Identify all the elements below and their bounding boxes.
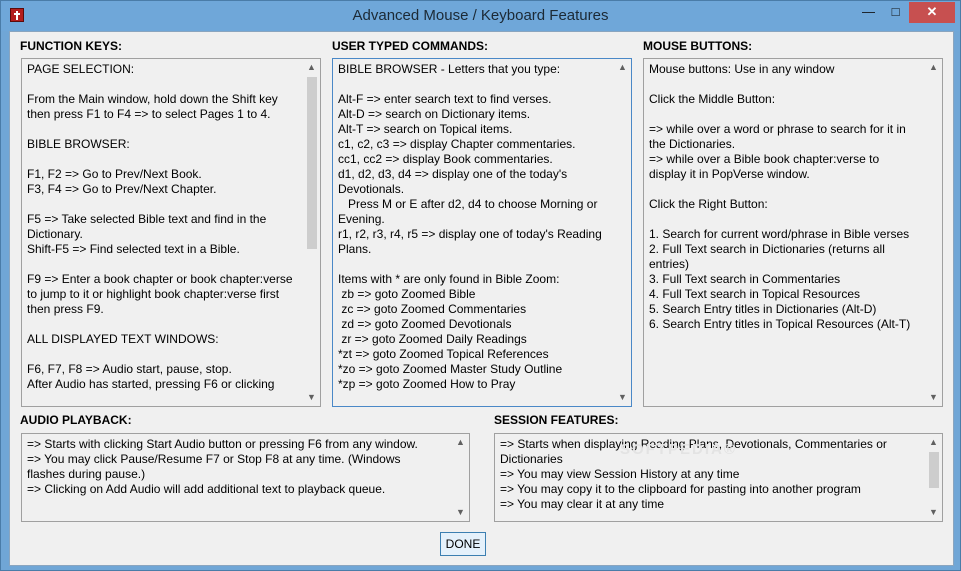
mouse-buttons-label: MOUSE BUTTONS: [643, 39, 753, 53]
scroll-down-icon[interactable]: ▼ [925, 389, 942, 406]
scroll-down-icon[interactable]: ▼ [303, 389, 320, 406]
scroll-up-icon[interactable]: ▲ [303, 59, 320, 76]
close-button[interactable]: ✕ [909, 2, 955, 23]
user-typed-commands-scrollbar[interactable]: ▲ ▼ [614, 59, 631, 406]
scroll-down-icon[interactable]: ▼ [614, 389, 631, 406]
session-features-scrollbar[interactable]: ▲ ▼ [925, 434, 942, 521]
user-typed-commands-text: BIBLE BROWSER - Letters that you type: A… [338, 62, 602, 391]
function-keys-text: PAGE SELECTION: From the Main window, ho… [27, 62, 293, 391]
mouse-buttons-textbox[interactable]: Mouse buttons: Use in any window Click t… [643, 58, 943, 407]
session-features-label: SESSION FEATURES: [494, 413, 619, 427]
audio-playback-label: AUDIO PLAYBACK: [20, 413, 132, 427]
user-typed-commands-textbox[interactable]: BIBLE BROWSER - Letters that you type: A… [332, 58, 632, 407]
scroll-up-icon[interactable]: ▲ [925, 59, 942, 76]
function-keys-textbox[interactable]: PAGE SELECTION: From the Main window, ho… [21, 58, 321, 407]
dialog-client-area: FUNCTION KEYS: PAGE SELECTION: From the … [9, 31, 954, 566]
function-keys-scrollbar[interactable]: ▲ ▼ [303, 59, 320, 406]
scroll-up-icon[interactable]: ▲ [614, 59, 631, 76]
scroll-down-icon[interactable]: ▼ [925, 504, 942, 521]
scroll-up-icon[interactable]: ▲ [452, 434, 469, 451]
audio-playback-textbox[interactable]: => Starts with clicking Start Audio butt… [21, 433, 470, 522]
user-typed-commands-label: USER TYPED COMMANDS: [332, 39, 489, 53]
scroll-thumb[interactable] [307, 77, 317, 249]
audio-playback-text: => Starts with clicking Start Audio butt… [27, 437, 418, 496]
done-button[interactable]: DONE [440, 532, 486, 556]
dialog-window: Advanced Mouse / Keyboard Features — □ ✕… [0, 0, 961, 571]
maximize-button[interactable]: □ [882, 2, 909, 23]
softpedia-watermark: SOFTPEDIA® [620, 441, 737, 458]
scroll-thumb[interactable] [929, 452, 939, 488]
window-title: Advanced Mouse / Keyboard Features [352, 7, 609, 24]
title-bar[interactable]: Advanced Mouse / Keyboard Features — □ ✕ [1, 1, 960, 31]
mouse-buttons-scrollbar[interactable]: ▲ ▼ [925, 59, 942, 406]
minimize-button[interactable]: — [855, 2, 882, 23]
mouse-buttons-text: Mouse buttons: Use in any window Click t… [649, 62, 911, 331]
scroll-up-icon[interactable]: ▲ [925, 434, 942, 451]
audio-playback-scrollbar[interactable]: ▲ ▼ [452, 434, 469, 521]
scroll-down-icon[interactable]: ▼ [452, 504, 469, 521]
function-keys-label: FUNCTION KEYS: [20, 39, 122, 53]
